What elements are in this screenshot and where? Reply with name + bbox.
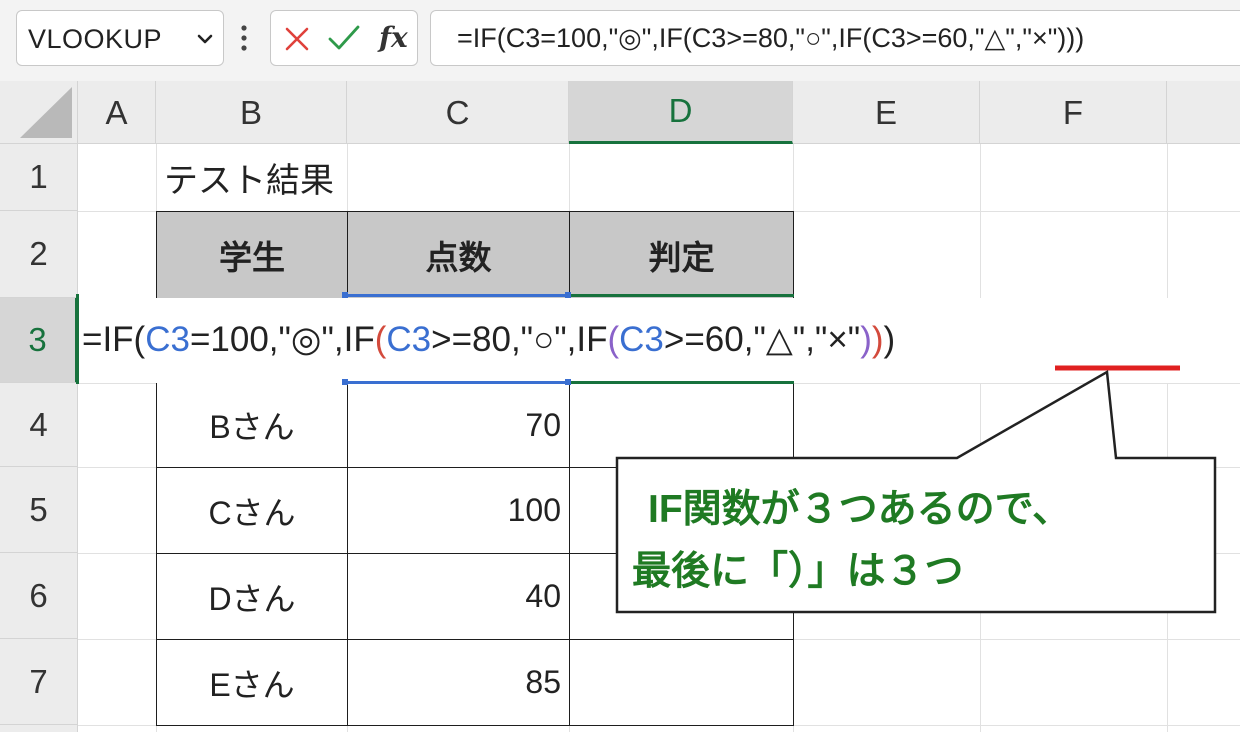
annotation-layer: [615, 365, 1217, 614]
callout-line-2: 最後に「）」は３つ: [632, 550, 964, 593]
callout-line-1: IF関数が３つあるので、: [648, 488, 1072, 531]
